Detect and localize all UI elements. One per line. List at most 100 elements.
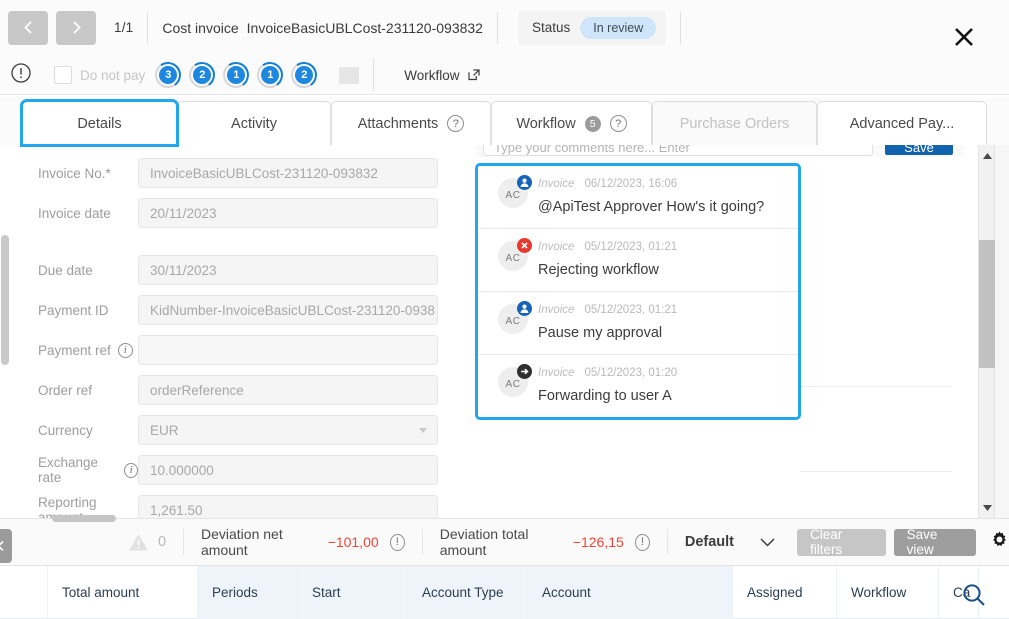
next-document-button[interactable] bbox=[56, 11, 96, 45]
toolbar-divider-2 bbox=[422, 529, 423, 555]
tab-workflow[interactable]: Workflow 5 ? bbox=[491, 101, 652, 145]
comment-item[interactable]: AC Invoice 05/12/2023, 01:21 Pause my ap… bbox=[478, 291, 798, 354]
tab-activity[interactable]: Activity bbox=[177, 101, 331, 145]
comments-list-highlighted: AC Invoice 06/12/2023, 16:06 @ApiTest Ap… bbox=[475, 163, 801, 420]
table-col-workflow[interactable]: Workflow bbox=[837, 566, 939, 619]
input-order-ref[interactable]: orderReference bbox=[138, 375, 438, 405]
invoice-detail-screen: 1/1 Cost invoice InvoiceBasicUBLCost-231… bbox=[0, 0, 1009, 619]
page-indicator: 1/1 bbox=[114, 20, 133, 35]
form-row-payment-ref: Payment ref i bbox=[38, 330, 470, 370]
label-payment-id: Payment ID bbox=[38, 303, 138, 318]
comment-source: Invoice bbox=[538, 241, 574, 253]
workflow-badge[interactable]: 1 bbox=[223, 62, 249, 88]
form-row-invoice-date: Invoice date 20/11/2023 bbox=[38, 193, 470, 233]
status-badge[interactable]: In review bbox=[580, 17, 656, 39]
comment-source: Invoice bbox=[538, 304, 574, 316]
tab-advanced-payment[interactable]: Advanced Pay... bbox=[817, 101, 987, 145]
info-icon[interactable]: i bbox=[118, 343, 133, 358]
settings-button[interactable] bbox=[990, 530, 1009, 554]
input-due-date[interactable]: 30/11/2023 bbox=[138, 255, 438, 285]
help-icon[interactable]: ? bbox=[610, 115, 627, 132]
avatar: AC bbox=[498, 178, 528, 208]
invoice-form: Invoice No.* InvoiceBasicUBLCost-231120-… bbox=[38, 153, 470, 518]
tab-workflow-count: 5 bbox=[585, 116, 601, 132]
form-row-due-date: Due date 30/11/2023 bbox=[38, 250, 470, 290]
header-second-row: Do not pay 3 2 1 bbox=[0, 55, 1009, 95]
input-invoice-date[interactable]: 20/11/2023 bbox=[138, 198, 438, 228]
tab-purchase-orders[interactable]: Purchase Orders bbox=[652, 101, 817, 145]
input-invoice-no[interactable]: InvoiceBasicUBLCost-231120-093832 bbox=[138, 158, 438, 188]
save-view-button[interactable]: Save view bbox=[894, 529, 976, 556]
alert-icon[interactable] bbox=[10, 62, 32, 89]
search-button[interactable] bbox=[961, 582, 987, 611]
triangle-down-icon bbox=[982, 504, 993, 512]
comment-text: @ApiTest Approver How's it going? bbox=[538, 199, 798, 215]
workflow-link-label: Workflow bbox=[404, 68, 459, 83]
view-selector[interactable]: Default bbox=[685, 534, 775, 550]
info-icon[interactable]: ! bbox=[390, 534, 405, 551]
comment-timestamp: 05/12/2023, 01:21 bbox=[584, 304, 677, 316]
label-currency: Currency bbox=[38, 423, 138, 438]
table-col-account-type[interactable]: Account Type bbox=[408, 566, 528, 619]
comment-item[interactable]: AC Invoice 06/12/2023, 16:06 @ApiTest Ap… bbox=[478, 166, 798, 228]
toolbar-divider-3 bbox=[667, 529, 668, 555]
workflow-badge[interactable]: 2 bbox=[291, 62, 317, 88]
table-col-select bbox=[0, 566, 48, 619]
tab-attachments[interactable]: Attachments ? bbox=[331, 101, 491, 145]
deviation-net-value: −101,00 bbox=[328, 534, 379, 550]
input-reporting-amount[interactable]: 1,261.50 bbox=[138, 495, 438, 518]
comment-text: Forwarding to user A bbox=[538, 388, 798, 404]
comment-meta: Invoice 05/12/2023, 01:21 bbox=[538, 304, 798, 316]
table-col-periods[interactable]: Periods bbox=[198, 566, 298, 619]
table-col-start[interactable]: Start bbox=[298, 566, 408, 619]
info-icon[interactable]: i bbox=[124, 463, 138, 478]
deviation-net-label: Deviation net amount bbox=[201, 526, 317, 558]
content-scrollbar[interactable] bbox=[978, 145, 995, 518]
left-scrollbar-thumb[interactable] bbox=[1, 235, 9, 365]
clear-filters-button[interactable]: Clear filters bbox=[797, 529, 886, 556]
avatar: AC bbox=[498, 241, 528, 271]
table-col-assigned[interactable]: Assigned bbox=[733, 566, 837, 619]
view-selector-value: Default bbox=[685, 534, 734, 550]
label-invoice-date: Invoice date bbox=[38, 206, 138, 221]
input-payment-ref[interactable] bbox=[138, 335, 438, 365]
input-exchange-rate[interactable]: 10.000000 bbox=[138, 455, 438, 485]
deviation-total: Deviation total amount −126,15 ! bbox=[440, 526, 650, 558]
form-row-exchange-rate: Exchange rate i 10.000000 bbox=[38, 450, 470, 490]
scroll-up-button[interactable] bbox=[979, 147, 996, 164]
previous-document-button[interactable] bbox=[8, 11, 48, 45]
close-button[interactable] bbox=[949, 22, 979, 52]
workflow-badge[interactable]: 1 bbox=[257, 62, 283, 88]
scroll-down-button[interactable] bbox=[979, 499, 996, 516]
comment-divider-extension bbox=[801, 386, 951, 387]
forward-icon bbox=[517, 364, 532, 379]
comment-text: Rejecting workflow bbox=[538, 262, 798, 278]
info-icon[interactable]: ! bbox=[635, 534, 650, 551]
input-payment-id[interactable]: KidNumber-InvoiceBasicUBLCost-231120-093… bbox=[138, 295, 438, 325]
comment-item[interactable]: AC Invoice 05/12/2023, 01:21 Rejecting w… bbox=[478, 228, 798, 291]
panel-resize-handle[interactable] bbox=[52, 515, 116, 522]
chevron-left-icon bbox=[0, 540, 6, 552]
workflow-badge[interactable]: 3 bbox=[155, 62, 181, 88]
workflow-external-link[interactable]: Workflow bbox=[404, 68, 480, 83]
reject-icon bbox=[517, 238, 532, 253]
comment-meta: Invoice 05/12/2023, 01:21 bbox=[538, 241, 798, 253]
triangle-up-icon bbox=[982, 152, 993, 160]
help-icon[interactable]: ? bbox=[447, 115, 464, 132]
collapse-panel-button[interactable] bbox=[0, 529, 12, 563]
do-not-pay-checkbox[interactable] bbox=[54, 66, 72, 84]
workflow-badge[interactable]: 2 bbox=[189, 62, 215, 88]
flag-icon[interactable] bbox=[339, 67, 359, 84]
comment-input[interactable]: Type your comments here... Enter bbox=[483, 145, 873, 156]
save-comment-button[interactable]: Save bbox=[885, 145, 953, 155]
comment-divider-extension bbox=[801, 471, 951, 472]
tab-details[interactable]: Details bbox=[22, 101, 177, 145]
table-col-total-amount[interactable]: Total amount bbox=[48, 566, 198, 619]
lines-table-header: Total amount Periods Start Account Type … bbox=[0, 566, 1009, 619]
select-currency[interactable]: EUR bbox=[138, 415, 438, 445]
comment-item[interactable]: AC Invoice 05/12/2023, 01:20 Forwarding … bbox=[478, 354, 798, 417]
status-label: Status bbox=[532, 20, 570, 35]
comment-compose-row: Type your comments here... Enter Save bbox=[475, 145, 965, 157]
scrollbar-thumb[interactable] bbox=[979, 240, 996, 368]
table-col-account[interactable]: Account bbox=[528, 566, 733, 619]
